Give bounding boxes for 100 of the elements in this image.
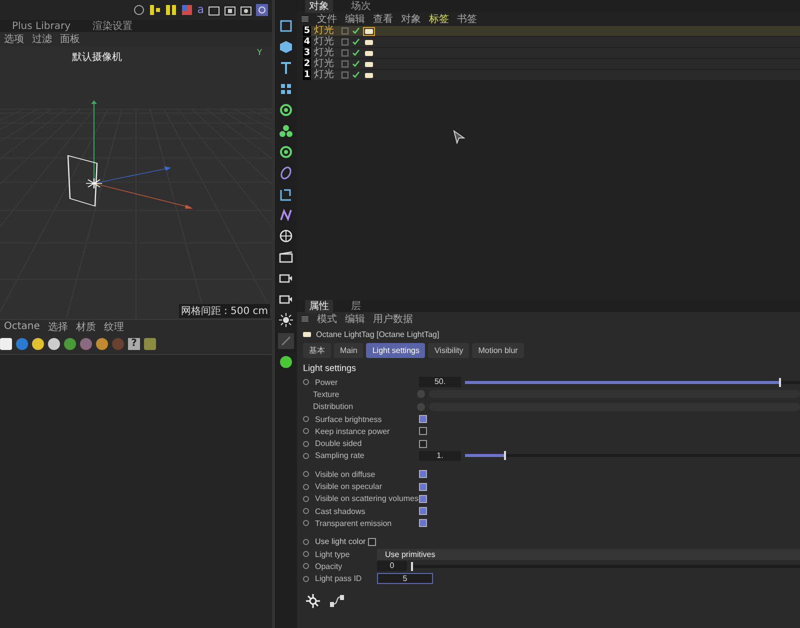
menu-icon[interactable]	[301, 315, 309, 323]
keyframe-dot-icon[interactable]	[303, 508, 309, 514]
zigzag-icon[interactable]	[278, 207, 294, 223]
render-icon[interactable]	[256, 4, 268, 16]
tab[interactable]: Motion blur	[472, 343, 524, 358]
menu-item[interactable]: 书签	[457, 12, 477, 26]
param-label: Keep instance power	[315, 426, 391, 436]
keyframe-dot-icon[interactable]	[303, 471, 309, 478]
checkbox[interactable]	[419, 494, 427, 503]
tag-title: Octane LightTag [Octane LightTag]	[316, 330, 440, 339]
menu-item[interactable]: 对象	[401, 12, 421, 26]
check-icon[interactable]	[352, 49, 360, 57]
object-row[interactable]: 3 灯光	[303, 48, 800, 58]
menu-item[interactable]: 查看	[373, 12, 393, 26]
object-row[interactable]: 2 灯光	[303, 59, 800, 69]
checkbox[interactable]	[419, 427, 427, 436]
slider-fill[interactable]	[465, 454, 506, 458]
light-tag-icon[interactable]	[363, 60, 375, 68]
check-icon[interactable]	[352, 71, 360, 79]
node-editor-icon[interactable]	[329, 592, 345, 609]
light-tag-icon[interactable]	[363, 48, 375, 58]
menu-item[interactable]: 编辑	[345, 312, 365, 326]
keyframe-dot-icon[interactable]	[303, 551, 309, 557]
keyframe-dot-icon[interactable]	[303, 563, 309, 570]
material-icon[interactable]	[48, 338, 60, 350]
menu-item[interactable]: 文件	[317, 12, 337, 26]
columns-icon[interactable]	[165, 4, 178, 16]
param-label: Sampling rate	[315, 451, 366, 460]
checkbox[interactable]	[419, 415, 427, 424]
keyframe-dot-icon[interactable]	[303, 428, 309, 434]
flag-icon[interactable]	[181, 4, 194, 16]
value-field[interactable]: 0	[377, 561, 407, 572]
menu-item[interactable]: 过滤	[32, 32, 52, 46]
menu-item[interactable]: 选项	[4, 32, 24, 46]
dropdown[interactable]: Use primitives	[377, 548, 800, 560]
tab[interactable]: Visibility	[428, 343, 470, 358]
light-tag-icon[interactable]	[363, 38, 375, 46]
param-label: Light pass ID	[315, 574, 363, 584]
menu-item[interactable]: 面板	[60, 32, 80, 46]
keyframe-dot-icon[interactable]	[303, 416, 309, 422]
menu-item[interactable]: 模式	[317, 312, 337, 326]
square-icon[interactable]	[278, 18, 294, 34]
tab[interactable]: Light settings	[366, 343, 426, 358]
area-light-drawing[interactable]	[68, 155, 102, 207]
keyframe-dot-icon[interactable]	[303, 440, 309, 447]
checkbox[interactable]	[419, 507, 427, 516]
param-label: Visible on specular	[315, 482, 384, 492]
object-row[interactable]: 4 灯光	[303, 37, 800, 47]
tab[interactable]: 对象	[305, 0, 333, 13]
menu-item[interactable]: 纹理	[104, 320, 124, 334]
keyframe-dot-icon[interactable]	[303, 538, 309, 545]
material-icon[interactable]	[32, 338, 44, 350]
menu-icon[interactable]	[301, 15, 309, 23]
menu-item[interactable]: 标签	[429, 12, 449, 26]
grid-icon[interactable]	[278, 81, 294, 97]
material-icon[interactable]	[0, 338, 12, 350]
check-icon[interactable]	[352, 60, 360, 68]
object-row[interactable]: 1 灯光	[303, 70, 800, 80]
keyframe-dot-icon[interactable]	[303, 520, 309, 526]
value-field[interactable]: 1.	[419, 450, 461, 461]
keyframe-dot-icon[interactable]	[303, 484, 309, 490]
value-field[interactable]: 50.	[419, 377, 461, 388]
light-tag-icon[interactable]	[363, 26, 375, 36]
checkbox[interactable]	[368, 538, 376, 546]
sphere-icon[interactable]	[278, 354, 294, 370]
tab[interactable]: 场次	[347, 0, 375, 13]
spheres-icon[interactable]	[278, 123, 294, 139]
help-icon[interactable]: ?	[128, 338, 140, 350]
globe-icon[interactable]	[278, 228, 294, 244]
keyframe-dot-icon[interactable]	[303, 379, 309, 386]
keyframe-dot-icon[interactable]	[303, 576, 309, 582]
keyframe-dot-icon[interactable]	[303, 496, 309, 502]
text-tool-icon[interactable]	[278, 60, 294, 76]
tab[interactable]: 基本	[303, 343, 331, 358]
tab[interactable]: 层	[347, 299, 365, 313]
keyframe-dot-icon[interactable]	[303, 452, 309, 459]
checkbox[interactable]	[419, 482, 427, 491]
check-icon[interactable]	[352, 27, 360, 35]
light-icon[interactable]	[278, 312, 294, 328]
tab[interactable]: Plus Library	[8, 20, 75, 32]
checkbox[interactable]	[419, 440, 427, 448]
menu-item[interactable]: 编辑	[345, 12, 365, 26]
menu-item[interactable]: 用户数据	[373, 312, 413, 326]
menu-item[interactable]: 选择	[48, 320, 68, 334]
octane-logo-icon[interactable]	[305, 592, 321, 609]
object-row[interactable]: 5 灯光	[303, 26, 800, 36]
tab[interactable]: 渲染设置	[88, 19, 137, 33]
tab[interactable]: 属性	[305, 299, 333, 313]
input-field[interactable]: 5	[377, 573, 433, 584]
light-tag-icon	[303, 332, 311, 337]
menu-item[interactable]: 材质	[76, 320, 96, 334]
light-tag-icon[interactable]	[363, 70, 375, 80]
checkbox[interactable]	[419, 519, 427, 528]
ring-icon[interactable]	[278, 165, 294, 181]
text-tool-icon[interactable]: a	[197, 4, 204, 16]
tab[interactable]: Main	[334, 343, 364, 358]
menu-item[interactable]: Octane	[4, 321, 40, 332]
check-icon[interactable]	[352, 38, 360, 46]
cube-icon[interactable]	[278, 39, 294, 55]
checkbox[interactable]	[419, 470, 427, 478]
